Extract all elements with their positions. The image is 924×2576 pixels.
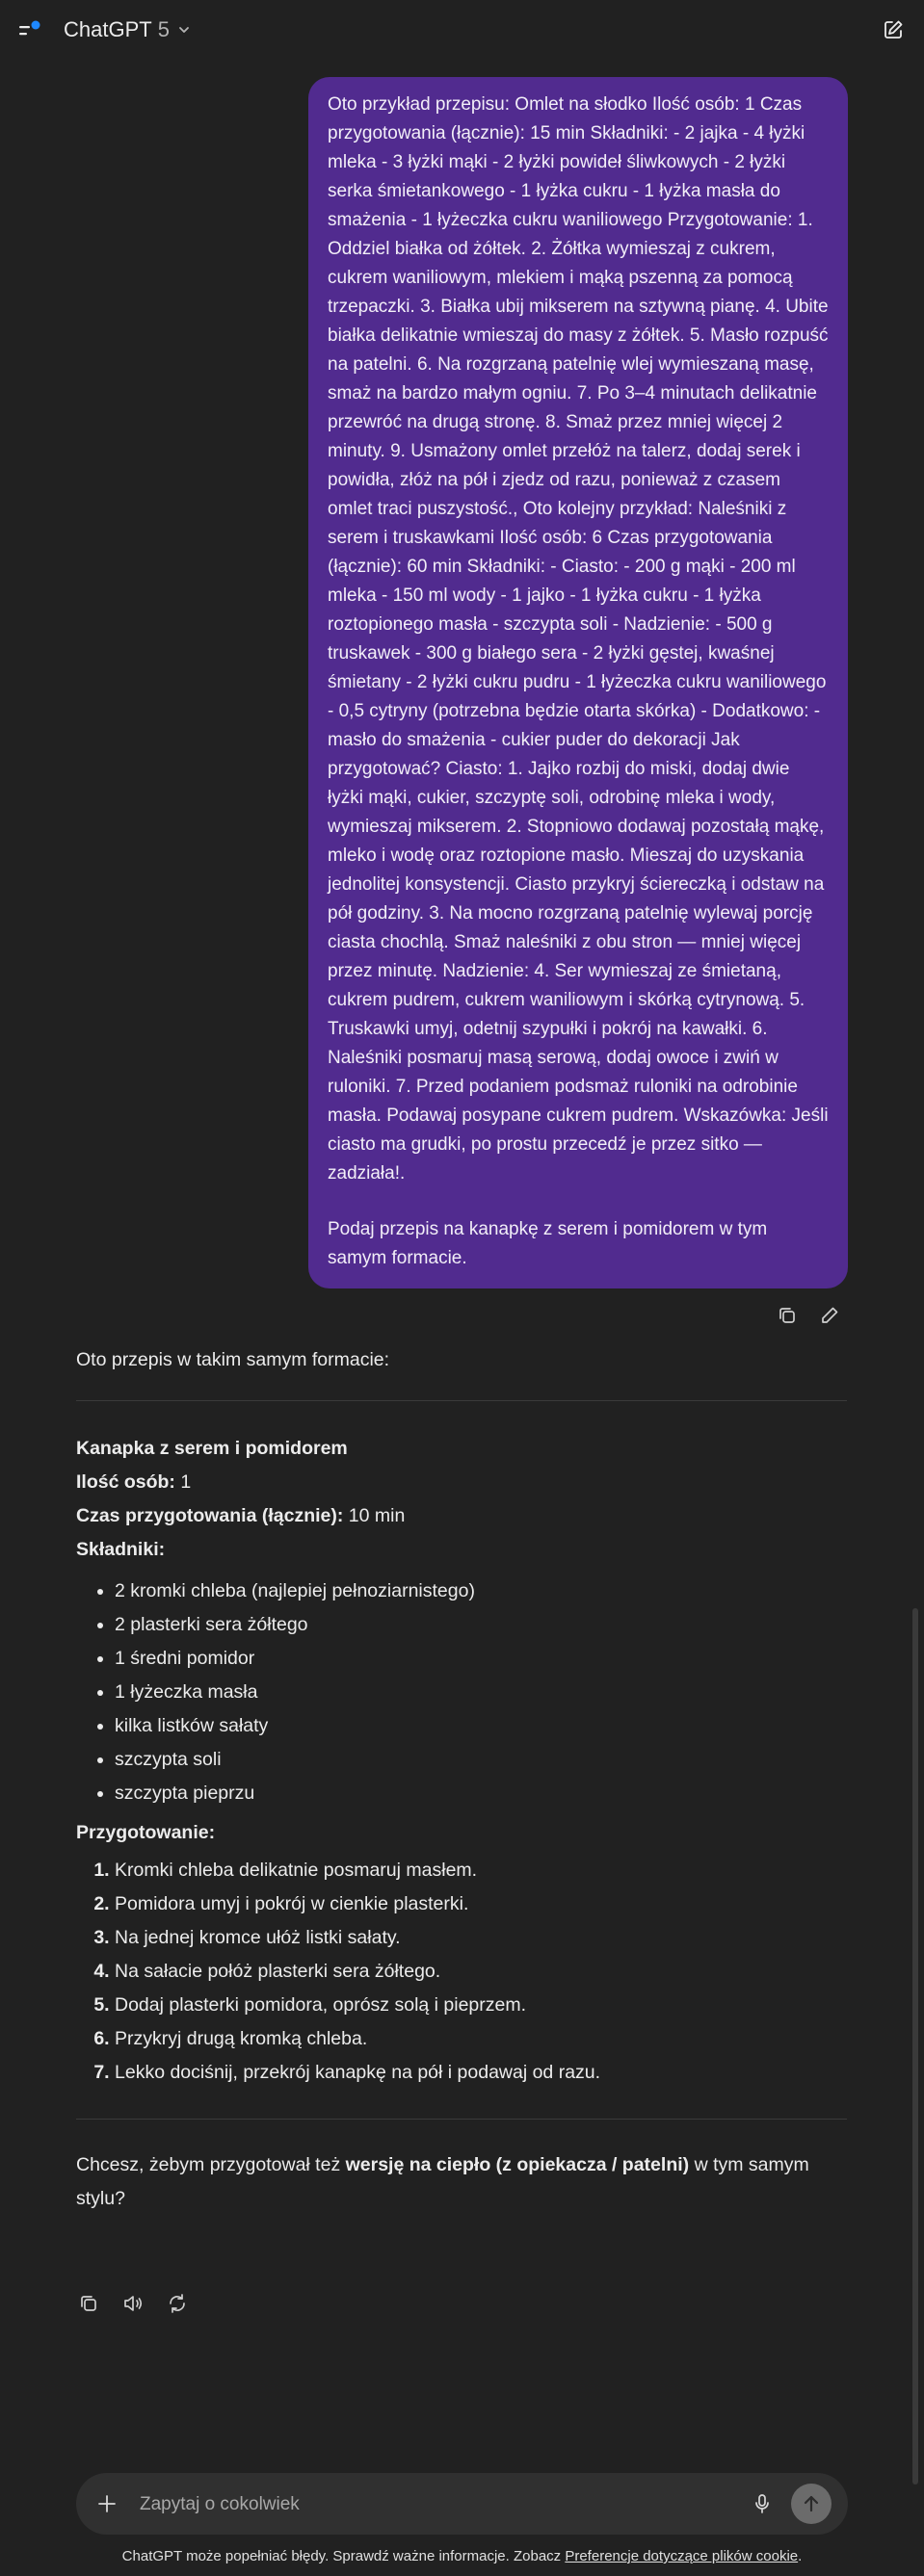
arrow-up-icon [804,2495,819,2512]
followup-text: Chcesz, żebym przygotował też [76,2154,346,2175]
list-item: Dodaj plasterki pomidora, oprósz solą i … [115,1989,847,2022]
followup-bold: wersję na ciepło (z opiekacza / patelni) [345,2154,690,2175]
assistant-intro: Oto przepis w takim samym formacie: [76,1349,390,1370]
copy-icon[interactable] [776,1304,799,1327]
disclaimer-end: . [798,2548,803,2564]
send-button[interactable] [791,2484,832,2524]
user-message-question: Podaj przepis na kanapkę z serem i pomid… [328,1219,768,1268]
list-item: 2 plasterki sera żółtego [115,1608,847,1642]
followup-question: Chcesz, żebym przygotował też wersję na … [76,2148,847,2216]
steps-heading: Przygotowanie: [76,1822,216,1843]
time-label: Czas przygotowania (łącznie): [76,1505,344,1526]
new-chat-icon[interactable] [882,18,905,41]
user-message-bubble: Oto przykład przepisu: Omlet na słodko I… [308,77,848,1288]
list-item: Na jednej kromce ułóż listki sałaty. [115,1921,847,1955]
edit-message-icon[interactable] [818,1304,841,1327]
sidebar-menu-icon[interactable] [17,19,42,42]
regenerate-icon[interactable] [166,2292,189,2315]
list-item: Kromki chleba delikatnie posmaruj masłem… [115,1854,847,1887]
app-title: ChatGPT [64,17,152,41]
ingredients-list: 2 kromki chleba (najlepiej pełnoziarnist… [76,1574,847,1810]
message-composer [76,2473,848,2535]
disclaimer-text: ChatGPT może popełniać błędy. Sprawdź wa… [121,2548,566,2564]
list-item: 1 średni pomidor [115,1642,847,1676]
disclaimer: ChatGPT może popełniać błędy. Sprawdź wa… [0,2548,924,2564]
steps-list: Kromki chleba delikatnie posmaruj masłem… [76,1854,847,2090]
list-item: Na sałacie połóż plasterki sera żółtego. [115,1955,847,1989]
model-version: 5 [157,17,170,41]
top-bar: ChatGPT 5 [0,0,924,62]
assistant-message: Oto przepis w takim samym formacie: Kana… [76,1343,847,2216]
read-aloud-icon[interactable] [121,2292,145,2315]
chevron-down-icon [177,17,191,42]
scrollbar[interactable] [912,1608,918,2485]
list-item: Pomidora umyj i pokrój w cienkie plaster… [115,1887,847,1921]
time-line: Czas przygotowania (łącznie): 10 min [76,1499,847,1533]
prompt-input[interactable] [138,2486,720,2523]
list-item: szczypta pieprzu [115,1777,847,1810]
model-selector[interactable]: ChatGPT 5 [64,17,191,42]
list-item: kilka listków sałaty [115,1709,847,1743]
list-item: Przykryj drugą kromką chleba. [115,2022,847,2056]
list-item: 2 kromki chleba (najlepiej pełnoziarnist… [115,1574,847,1608]
copy-icon[interactable] [77,2292,100,2315]
list-item: szczypta soli [115,1743,847,1777]
ingredients-heading: Składniki: [76,1539,166,1560]
assistant-message-actions [77,2292,189,2315]
plus-icon[interactable] [95,2492,119,2515]
divider [76,1400,847,1401]
divider [76,2119,847,2120]
user-message-text: Oto przykład przepisu: Omlet na słodko I… [328,94,829,1184]
servings-line: Ilość osób: 1 [76,1466,847,1499]
list-item: Lekko dociśnij, przekrój kanapkę na pół … [115,2056,847,2090]
time-value: 10 min [343,1505,406,1526]
servings-value: 1 [174,1471,192,1493]
list-item: 1 łyżeczka masła [115,1676,847,1709]
recipe-title: Kanapka z serem i pomidorem [76,1438,348,1459]
user-message-actions [776,1304,841,1327]
servings-label: Ilość osób: [76,1471,175,1493]
cookie-preferences-link[interactable]: Preferencje dotyczące plików cookie [565,2548,798,2564]
microphone-icon[interactable] [751,2492,774,2515]
